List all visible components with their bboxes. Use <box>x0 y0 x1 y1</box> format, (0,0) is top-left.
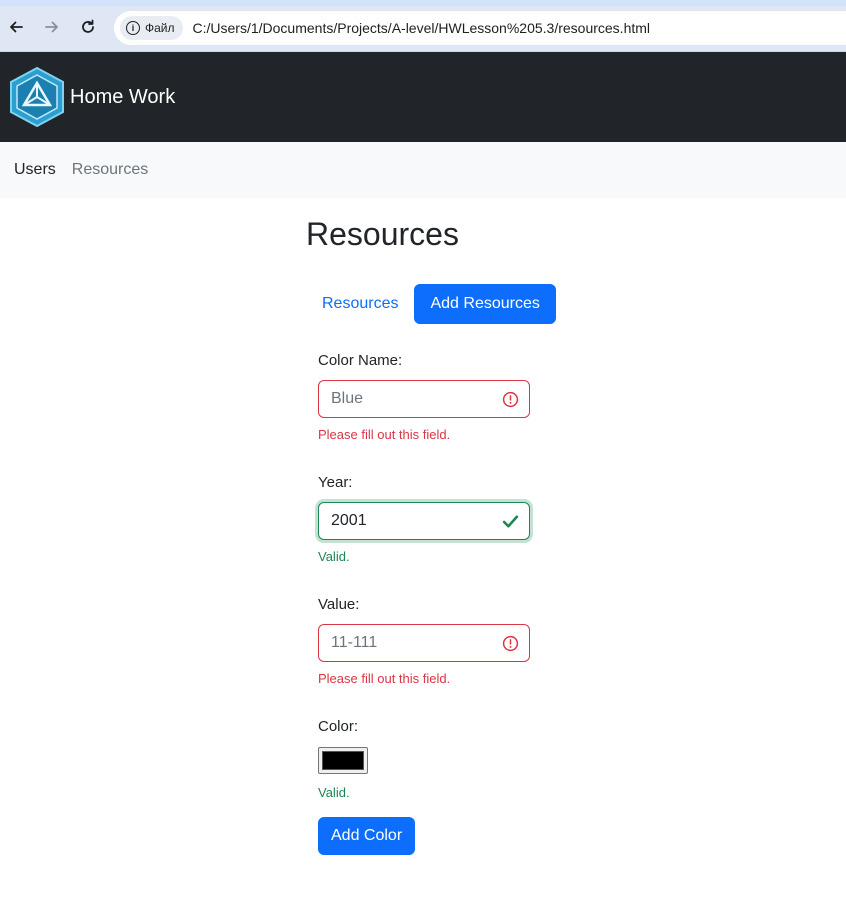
color-label: Color: <box>318 718 359 735</box>
value-field: Value: 11-111 Please fill out this field… <box>318 594 530 688</box>
nav-link-resources[interactable]: Resources <box>72 161 148 179</box>
year-feedback: Valid. <box>318 549 350 564</box>
site-info-chip[interactable]: i Файл <box>120 16 183 40</box>
value-label: Value: <box>318 596 360 613</box>
color-feedback: Valid. <box>318 785 350 800</box>
site-chip-label: Файл <box>145 21 175 35</box>
color-name-label: Color Name: <box>318 352 403 369</box>
back-icon[interactable] <box>3 14 29 40</box>
resource-tabs: Resources Add Resources <box>306 284 556 324</box>
add-color-button[interactable]: Add Color <box>318 817 416 855</box>
color-swatch-fill <box>322 751 364 770</box>
sub-navbar: Users Resources <box>0 142 846 198</box>
nav-link-users[interactable]: Users <box>14 161 56 179</box>
year-value: 2001 <box>331 512 367 529</box>
tab-resources[interactable]: Resources <box>306 284 414 324</box>
value-feedback: Please fill out this field. <box>318 671 451 686</box>
info-icon: i <box>126 21 140 35</box>
color-picker[interactable] <box>318 747 368 774</box>
color-name-value: Blue <box>331 390 364 407</box>
address-bar[interactable]: i Файл C:/Users/1/Documents/Projects/A-l… <box>114 11 846 45</box>
forward-icon[interactable] <box>39 14 65 40</box>
color-name-input[interactable]: Blue <box>318 380 530 418</box>
brand-title[interactable]: Home Work <box>70 86 175 109</box>
ingress-hexagon-logo-icon[interactable] <box>8 66 66 128</box>
value-input[interactable]: 11-111 <box>318 624 530 662</box>
url-text[interactable]: C:/Users/1/Documents/Projects/A-level/HW… <box>193 20 651 36</box>
error-icon <box>502 635 519 652</box>
top-navbar: Home Work <box>0 52 846 142</box>
reload-icon[interactable] <box>75 14 101 40</box>
page-title: Resources <box>306 216 459 252</box>
checkmark-icon <box>502 515 519 528</box>
year-label: Year: <box>318 474 353 491</box>
year-field: Year: 2001 Valid. <box>318 472 530 566</box>
value-value: 11-111 <box>331 634 378 651</box>
browser-toolbar: i Файл C:/Users/1/Documents/Projects/A-l… <box>0 0 846 52</box>
color-field: Color: Valid. <box>318 716 530 802</box>
tab-add-resources[interactable]: Add Resources <box>414 284 556 324</box>
year-input[interactable]: 2001 <box>318 502 530 540</box>
color-name-feedback: Please fill out this field. <box>318 427 451 442</box>
error-icon <box>502 391 519 408</box>
browser-tabstrip <box>0 0 846 6</box>
add-color-form: Color Name: Blue Please fill out this fi… <box>318 350 530 802</box>
color-name-field: Color Name: Blue Please fill out this fi… <box>318 350 530 444</box>
